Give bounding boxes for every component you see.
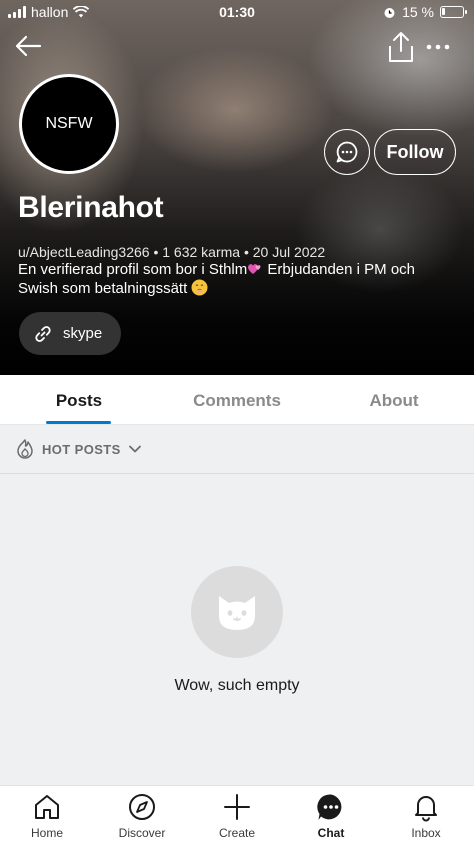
sort-dropdown[interactable]: HOT POSTS [0, 425, 474, 474]
start-chat-button[interactable] [324, 129, 370, 175]
nav-inbox-label: Inbox [411, 826, 441, 840]
tab-posts[interactable]: Posts [40, 391, 118, 411]
nav-chat-label: Chat [317, 826, 345, 840]
more-icon [426, 44, 450, 50]
sort-label: HOT POSTS [42, 441, 121, 457]
chat-icon [317, 794, 342, 820]
social-link-label: skype [63, 325, 103, 342]
nav-discover-label: Discover [118, 826, 166, 840]
avatar: NSFW [19, 74, 119, 174]
status-right: 15 % [383, 4, 467, 20]
plus-icon [224, 794, 250, 820]
tab-comments[interactable]: Comments [182, 391, 292, 411]
posts-content: HOT POSTS Wow, such empty [0, 425, 474, 785]
profile-display-name: Blerinahot [18, 191, 164, 224]
profile-meta: u/AbjectLeading3266 • 1 632 karma • 20 J… [18, 244, 326, 260]
flame-icon [17, 439, 33, 459]
nav-inbox[interactable]: Inbox [386, 792, 466, 840]
bio-text-1: En verifierad profil som bor i Sthlm [18, 261, 248, 278]
profile-banner: hallon 01:30 15 % NSFW Follow Blerinahot… [0, 0, 474, 375]
bottom-navigation: Home Discover Create Chat Inbox [0, 785, 474, 842]
profile-tabs: Posts Comments About [0, 375, 474, 425]
cat-face-icon [219, 596, 255, 630]
bell-icon [415, 796, 437, 822]
empty-state-text: Wow, such empty [174, 677, 300, 694]
social-link-chip[interactable]: skype [19, 312, 121, 355]
nav-create-label: Create [218, 826, 256, 840]
home-icon [35, 795, 59, 819]
avatar-text: NSFW [45, 115, 93, 132]
compass-icon [129, 794, 155, 820]
link-icon [35, 325, 51, 342]
battery-percent: 15 % [402, 4, 434, 20]
share-icon [389, 32, 413, 62]
two-hearts-emoji-icon [248, 264, 261, 274]
nav-home-label: Home [30, 826, 63, 840]
profile-bio: En verifierad profil som bor i Sthlm Erb… [18, 261, 458, 298]
battery-icon [440, 6, 467, 18]
share-button[interactable] [386, 30, 416, 64]
more-options-button[interactable] [424, 36, 452, 58]
alarm-icon [384, 7, 395, 18]
status-bar: hallon 01:30 15 % [0, 0, 474, 26]
empty-state-illustration [191, 566, 283, 658]
smiling-face-emoji-icon [191, 279, 208, 296]
back-arrow-icon [15, 35, 42, 57]
follow-button[interactable]: Follow [374, 129, 456, 175]
tab-about[interactable]: About [354, 391, 434, 411]
chevron-down-icon [128, 445, 141, 453]
back-button[interactable] [12, 30, 44, 62]
active-tab-indicator [46, 421, 111, 424]
nav-chat[interactable]: Chat [291, 792, 371, 840]
battery-level [442, 8, 445, 15]
chat-bubble-icon [336, 141, 358, 163]
nav-create[interactable]: Create [197, 792, 277, 840]
nav-discover[interactable]: Discover [102, 792, 182, 840]
nav-home[interactable]: Home [7, 792, 87, 840]
